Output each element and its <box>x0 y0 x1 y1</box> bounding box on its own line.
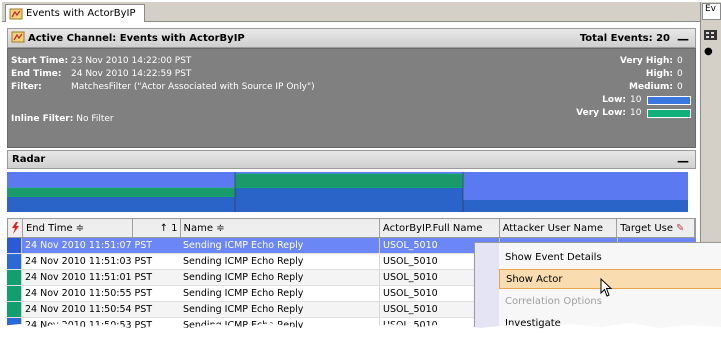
bullet-icon: ● <box>704 46 713 57</box>
events-table-header: End Time ≑ ↑ 1 Name ≑ ActorByIP.Full Nam… <box>7 218 696 238</box>
channel-title: Active Channel: Events with ActorByIP <box>28 32 245 44</box>
severity-cell <box>7 238 22 253</box>
severity-low: Low: 10 <box>576 94 691 107</box>
end-time-label: End Time: <box>11 69 62 79</box>
column-name[interactable]: Name ≑ <box>181 219 380 237</box>
end-time-cell: 24 Nov 2010 11:50:54 PST <box>25 304 153 315</box>
column-sort-order[interactable]: ↑ 1 <box>133 219 181 237</box>
column-attacker-user-name[interactable]: Attacker User Name <box>500 219 618 237</box>
name-cell: Sending ICMP Echo Reply <box>180 270 380 285</box>
severity-value: 10 <box>630 108 642 118</box>
grid-icon[interactable] <box>704 30 717 40</box>
severity-summary: Very High: 0 High: 0 Medium: 0 Low: 10 Very … <box>576 55 691 120</box>
name-cell: Sending ICMP Echo Reply <box>180 238 380 253</box>
end-time-cell: 24 Nov 2010 11:51:01 PST <box>25 272 153 283</box>
channel-summary: Start Time: 23 Nov 2010 14:22:00 PST End … <box>7 48 696 148</box>
radar-band <box>7 187 236 198</box>
severity-label: Low: <box>602 95 626 105</box>
inline-filter: Inline Filter: No Filter <box>11 114 114 124</box>
name-cell: Sending ICMP Echo Reply <box>180 302 380 317</box>
tab-label: Events with ActorByIP <box>26 8 136 19</box>
priority-icon[interactable] <box>8 219 23 237</box>
radar-band <box>234 173 464 189</box>
menu-item-show-event-details[interactable]: Show Event Details <box>499 247 721 267</box>
torn-edge <box>0 323 721 337</box>
radar-chart <box>7 172 688 212</box>
radar-band <box>463 200 688 212</box>
inline-filter-label: Inline Filter: <box>11 114 74 124</box>
total-events: Total Events: 20 <box>579 32 670 44</box>
filter-label: Filter: <box>11 82 42 92</box>
active-channel-header: Active Channel: Events with ActorByIP To… <box>7 28 696 48</box>
end-time-cell: 24 Nov 2010 11:51:03 PST <box>25 256 153 267</box>
minimize-icon[interactable]: — <box>677 154 689 168</box>
channel-icon <box>9 8 23 20</box>
end-time-cell: 24 Nov 2010 11:50:55 PST <box>25 288 153 299</box>
channel-icon <box>11 31 25 46</box>
start-time-value: 23 Nov 2010 14:22:00 PST <box>71 56 192 66</box>
severity-value: 10 <box>630 95 642 105</box>
tab-events-with-actorbyip[interactable]: Events with ActorByIP <box>5 4 145 22</box>
name-cell: Sending ICMP Echo Reply <box>180 254 380 269</box>
severity-label: Very High: <box>619 56 673 66</box>
severity-cell <box>7 302 22 317</box>
radar-header: Radar — <box>7 150 696 169</box>
severity-value: 0 <box>677 56 683 66</box>
severity-very-high: Very High: 0 <box>576 55 691 68</box>
severity-cell <box>7 270 22 285</box>
severity-cell <box>7 254 22 269</box>
severity-low-bar <box>647 96 691 105</box>
end-time-cell: 24 Nov 2010 11:51:07 PST <box>25 240 153 251</box>
column-target-user[interactable]: Target Use ✎ <box>617 219 696 237</box>
start-time-label: Start Time: <box>11 56 69 66</box>
column-target-user-label: Target Use <box>620 222 674 234</box>
radar-band <box>7 197 235 212</box>
mouse-cursor-icon <box>600 278 613 297</box>
severity-label: Medium: <box>629 82 673 92</box>
severity-label: Very Low: <box>576 108 626 118</box>
column-actorbyip-full-name[interactable]: ActorByIP.Full Name <box>380 219 500 237</box>
severity-medium: Medium: 0 <box>576 81 691 94</box>
minimize-icon[interactable]: — <box>677 32 689 46</box>
radar-title: Radar <box>12 154 46 165</box>
severity-cell <box>7 286 22 301</box>
severity-high: High: 0 <box>576 68 691 81</box>
pencil-icon: ✎ <box>676 222 685 234</box>
end-time-value: 24 Nov 2010 14:22:59 PST <box>71 69 192 79</box>
severity-very-low-bar <box>647 109 691 118</box>
name-cell: Sending ICMP Echo Reply <box>180 286 380 301</box>
severity-value: 0 <box>677 69 683 79</box>
column-end-time[interactable]: End Time ≑ <box>23 219 133 237</box>
filter-value: MatchesFilter ("Actor Associated with So… <box>71 82 315 92</box>
inline-filter-value: No Filter <box>76 114 114 124</box>
radar-band <box>235 188 463 212</box>
tab-bar: Events with ActorByIP <box>2 2 702 22</box>
severity-label: High: <box>645 69 673 79</box>
severity-value: 0 <box>677 82 683 92</box>
right-panel-tab[interactable]: Ev <box>702 3 721 20</box>
severity-very-low: Very Low: 10 <box>576 107 691 120</box>
